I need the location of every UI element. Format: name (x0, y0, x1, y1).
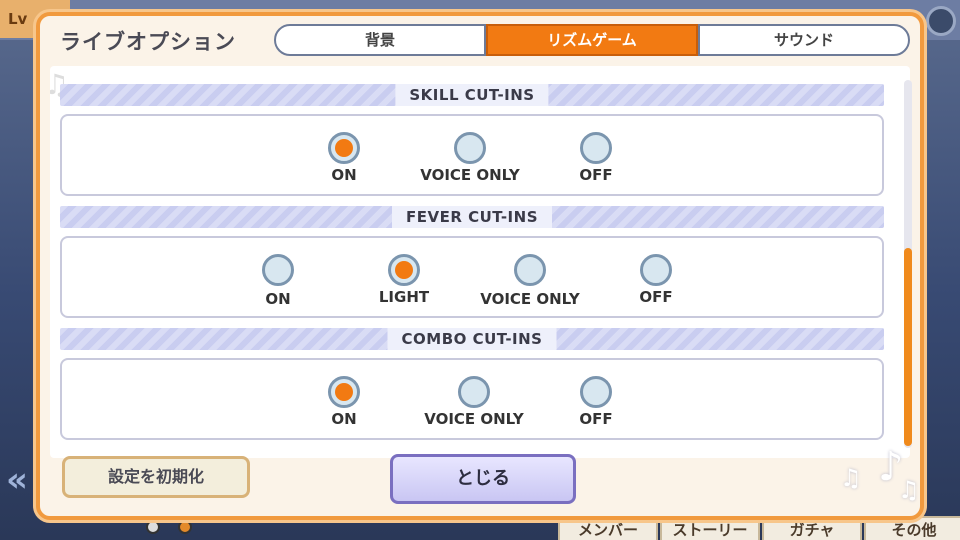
radio-button[interactable] (640, 254, 672, 286)
radio-label: ON (265, 290, 291, 308)
radio-button[interactable] (458, 376, 490, 408)
menu-icon (926, 6, 956, 36)
radio-option[interactable]: VOICE ONLY (410, 116, 530, 196)
radio-label: VOICE ONLY (480, 290, 580, 308)
fever-cutins-options: ON LIGHT VOICE ONLY OFF (60, 236, 884, 318)
radio-button[interactable] (580, 132, 612, 164)
radio-option[interactable]: LIGHT (344, 238, 464, 318)
scrollbar-thumb[interactable] (904, 248, 912, 446)
radio-label: LIGHT (378, 288, 430, 306)
tab-rhythm-game[interactable]: リズムゲーム (486, 24, 698, 56)
option-tabs: 背景 リズムゲーム サウンド (274, 24, 910, 56)
section-title: SKILL CUT-INS (395, 84, 549, 106)
dialog-title: ライブオプション (60, 30, 236, 54)
tab-sound[interactable]: サウンド (698, 24, 910, 56)
scrollbar[interactable] (904, 80, 912, 448)
radio-option[interactable]: ON (284, 360, 404, 440)
page-indicator (146, 520, 192, 534)
radio-label: OFF (579, 410, 613, 428)
reset-settings-button[interactable]: 設定を初期化 (62, 456, 250, 498)
section-title: COMBO CUT-INS (387, 328, 557, 350)
radio-option[interactable]: OFF (536, 360, 656, 440)
radio-label: ON (331, 410, 357, 428)
left-arrow-icon: « (6, 460, 28, 500)
radio-button[interactable] (514, 254, 546, 286)
radio-label: OFF (639, 288, 673, 306)
radio-option[interactable]: VOICE ONLY (414, 360, 534, 440)
radio-label: VOICE ONLY (420, 166, 520, 184)
radio-button-selected[interactable] (328, 132, 360, 164)
options-content: ♫ SKILL CUT-INS ON VOICE ONLY OFF FEVER … (50, 66, 910, 458)
section-header-skill: SKILL CUT-INS (60, 84, 884, 106)
music-note-icon: ♫ (898, 476, 920, 504)
page-dot (146, 520, 160, 534)
radio-label: OFF (579, 166, 613, 184)
radio-label: VOICE ONLY (424, 410, 524, 428)
radio-option[interactable]: ON (284, 116, 404, 196)
radio-button[interactable] (262, 254, 294, 286)
radio-button[interactable] (454, 132, 486, 164)
radio-option[interactable]: ON (218, 238, 338, 318)
radio-option[interactable]: VOICE ONLY (470, 238, 590, 318)
combo-cutins-options: ON VOICE ONLY OFF (60, 358, 884, 440)
radio-button[interactable] (580, 376, 612, 408)
radio-label: ON (331, 166, 357, 184)
section-header-combo: COMBO CUT-INS (60, 328, 884, 350)
close-button[interactable]: とじる (390, 454, 576, 504)
radio-button-selected[interactable] (388, 254, 420, 286)
radio-option[interactable]: OFF (536, 116, 656, 196)
section-title: FEVER CUT-INS (391, 206, 553, 228)
level-label: Lv (8, 10, 28, 28)
skill-cutins-options: ON VOICE ONLY OFF (60, 114, 884, 196)
tab-background[interactable]: 背景 (274, 24, 486, 56)
radio-button-selected[interactable] (328, 376, 360, 408)
music-note-icon: ♫ (840, 464, 862, 492)
page-dot-active (178, 520, 192, 534)
section-header-fever: FEVER CUT-INS (60, 206, 884, 228)
live-options-dialog: ライブオプション 背景 リズムゲーム サウンド ♫ SKILL CUT-INS … (36, 12, 924, 520)
radio-option[interactable]: OFF (596, 238, 716, 318)
